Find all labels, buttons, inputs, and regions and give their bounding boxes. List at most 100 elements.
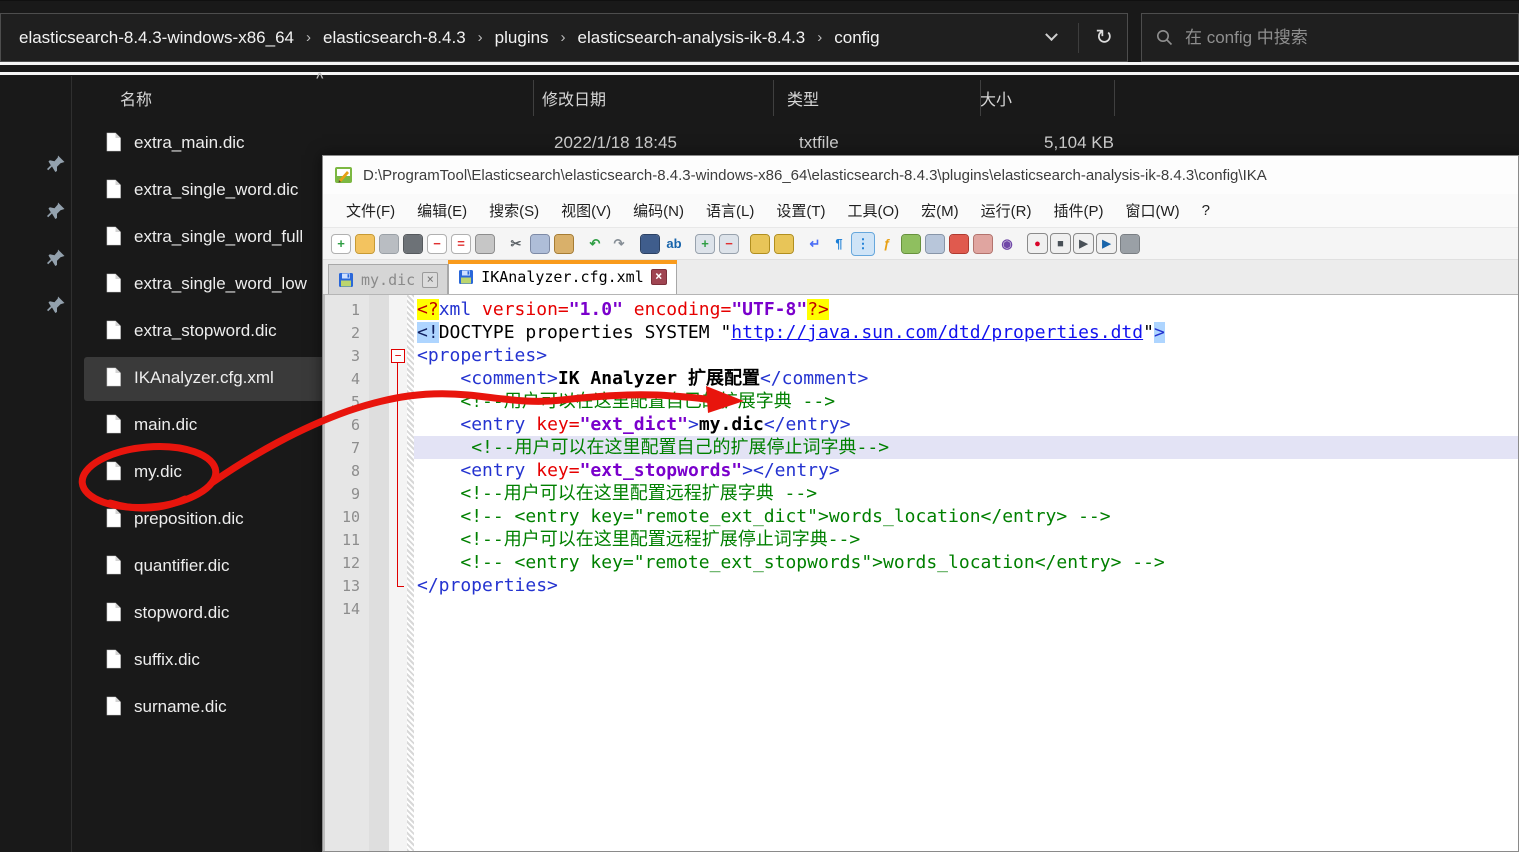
code-text[interactable]: <!--用户可以在这里配置自己的扩展停止词字典-->	[414, 436, 1518, 459]
pin-icon[interactable]	[46, 154, 66, 174]
fold-cell	[389, 321, 407, 344]
search-input[interactable]	[1185, 27, 1435, 48]
macro-record-icon[interactable]: ●	[1027, 233, 1048, 254]
menu-item[interactable]: 文件(F)	[335, 196, 406, 225]
open-folder-icon[interactable]	[355, 233, 375, 254]
menu-item[interactable]: ?	[1191, 198, 1221, 223]
menu-item[interactable]: 搜索(S)	[478, 196, 550, 225]
code-text[interactable]: <entry key="ext_dict">my.dic</entry>	[414, 413, 1518, 436]
sync-scroll-v-icon[interactable]	[750, 233, 770, 254]
file-icon	[106, 649, 121, 669]
code-text[interactable]: <!--用户可以在这里配置远程扩展停止词字典-->	[414, 528, 1518, 551]
breadcrumb-item[interactable]: config	[826, 24, 887, 52]
redo-icon[interactable]: ↷	[608, 233, 630, 255]
zoom-in-icon[interactable]: +	[695, 233, 715, 254]
code-text[interactable]: <properties>	[414, 344, 1518, 367]
pin-icon[interactable]	[46, 295, 66, 315]
menu-item[interactable]: 语言(L)	[695, 196, 765, 225]
notepadpp-icon	[335, 167, 352, 183]
close-all-icon[interactable]: =	[451, 233, 471, 254]
saved-file-icon	[339, 272, 353, 287]
nav-pane	[0, 76, 72, 852]
code-text[interactable]: <comment>IK Analyzer 扩展配置</comment>	[414, 367, 1518, 390]
menu-item[interactable]: 编辑(E)	[406, 196, 478, 225]
macro-play-icon[interactable]: ▶	[1073, 233, 1094, 254]
code-text[interactable]: <!--用户可以在这里配置自己的扩展字典 -->	[414, 390, 1518, 413]
file-name: my.dic	[134, 462, 182, 481]
code-line-10: 10 <!-- <entry key="remote_ext_dict">wor…	[323, 505, 1518, 528]
new-file-icon[interactable]: +	[331, 233, 351, 254]
folder-workspace-icon[interactable]	[973, 233, 993, 254]
column-divider[interactable]	[773, 80, 774, 116]
zoom-out-icon[interactable]: −	[719, 233, 739, 254]
title-bar[interactable]: D:\ProgramTool\Elasticsearch\elasticsear…	[323, 156, 1518, 194]
find-icon[interactable]	[640, 233, 660, 254]
code-text[interactable]: <!--用户可以在这里配置远程扩展字典 -->	[414, 482, 1518, 505]
menu-item[interactable]: 宏(M)	[910, 196, 970, 225]
line-number: 2	[350, 323, 360, 342]
menu-item[interactable]: 窗口(W)	[1114, 196, 1190, 225]
refresh-icon[interactable]: ↻	[1089, 23, 1119, 53]
doc-list-icon[interactable]	[925, 233, 945, 254]
menu-item[interactable]: 运行(R)	[970, 196, 1043, 225]
column-header-type[interactable]: 类型	[787, 86, 819, 110]
code-text[interactable]: <!DOCTYPE properties SYSTEM "http://java…	[414, 321, 1518, 344]
column-divider[interactable]	[533, 80, 534, 116]
menu-item[interactable]: 编码(N)	[622, 196, 695, 225]
macro-run-multi-icon[interactable]: ▶	[1096, 233, 1117, 254]
indent-guide-icon[interactable]: ⋮	[851, 231, 875, 256]
doc-map-icon[interactable]	[901, 233, 921, 254]
code-text[interactable]: <?xml version="1.0" encoding="UTF-8"?>	[414, 298, 1518, 321]
menu-item[interactable]: 视图(V)	[550, 196, 622, 225]
column-divider[interactable]	[1114, 80, 1115, 116]
close-icon[interactable]: ×	[422, 271, 439, 288]
code-text[interactable]: <entry key="ext_stopwords"></entry>	[414, 459, 1518, 482]
show-all-chars-icon[interactable]: ¶	[828, 233, 850, 255]
menu-item[interactable]: 插件(P)	[1042, 196, 1114, 225]
undo-icon[interactable]: ↶	[584, 233, 606, 255]
code-text[interactable]: <!-- <entry key="remote_ext_stopwords">w…	[414, 551, 1518, 574]
chevron-down-icon[interactable]	[1038, 25, 1064, 51]
file-monitoring-icon[interactable]: ◉	[996, 233, 1018, 255]
code-line-11: 11 <!--用户可以在这里配置远程扩展停止词字典-->	[323, 528, 1518, 551]
column-header-size[interactable]: 大小	[980, 86, 1012, 110]
breadcrumb-item[interactable]: elasticsearch-8.4.3	[315, 24, 474, 52]
print-icon[interactable]	[475, 233, 495, 254]
macro-save-icon[interactable]	[1120, 233, 1140, 254]
copy-icon[interactable]	[530, 233, 550, 254]
pin-icon[interactable]	[46, 248, 66, 268]
code-line-5: 5 <!--用户可以在这里配置自己的扩展字典 -->	[323, 390, 1518, 413]
macro-stop-icon[interactable]: ■	[1050, 233, 1071, 254]
file-name: extra_stopword.dic	[134, 321, 277, 340]
save-all-icon[interactable]	[403, 233, 423, 254]
line-number: 11	[341, 530, 360, 549]
column-header-date[interactable]: 修改日期	[542, 86, 606, 110]
word-wrap-icon[interactable]: ↵	[804, 233, 826, 255]
breadcrumb-item[interactable]: elasticsearch-analysis-ik-8.4.3	[570, 24, 814, 52]
paste-icon[interactable]	[554, 233, 574, 254]
close-icon[interactable]: −	[427, 233, 447, 254]
pin-icon[interactable]	[46, 201, 66, 221]
code-text[interactable]: <!-- <entry key="remote_ext_dict">words_…	[414, 505, 1518, 528]
edge-marker-icon[interactable]	[949, 233, 969, 254]
replace-icon[interactable]: ab	[663, 233, 685, 255]
fold-marker[interactable]	[389, 344, 407, 367]
function-list-icon[interactable]: ƒ	[876, 233, 898, 255]
breadcrumb-item[interactable]: elasticsearch-8.4.3-windows-x86_64	[11, 24, 302, 52]
file-date: 2022/1/18 18:45	[554, 133, 677, 152]
code-text[interactable]: </properties>	[414, 574, 1518, 597]
tab-ikanalyzer-cfg-xml[interactable]: IKAnalyzer.cfg.xml ×	[448, 260, 677, 294]
save-icon[interactable]	[379, 233, 399, 254]
address-bar[interactable]: elasticsearch-8.4.3-windows-x86_64 › elast…	[0, 13, 1128, 62]
search-box[interactable]	[1141, 13, 1519, 62]
sync-scroll-h-icon[interactable]	[774, 233, 794, 254]
menu-item[interactable]: 设置(T)	[765, 196, 836, 225]
menu-item[interactable]: 工具(O)	[836, 196, 910, 225]
breadcrumb-item[interactable]: plugins	[487, 24, 557, 52]
column-header-name[interactable]: 名称	[120, 86, 152, 110]
editor[interactable]: 1 <?xml version="1.0" encoding="UTF-8"?> 2…	[323, 295, 1518, 851]
tab-my-dic[interactable]: my.dic ×	[328, 264, 449, 294]
cut-icon[interactable]: ✂	[505, 233, 527, 255]
close-icon[interactable]: ×	[650, 269, 667, 285]
column-divider[interactable]	[980, 80, 981, 116]
